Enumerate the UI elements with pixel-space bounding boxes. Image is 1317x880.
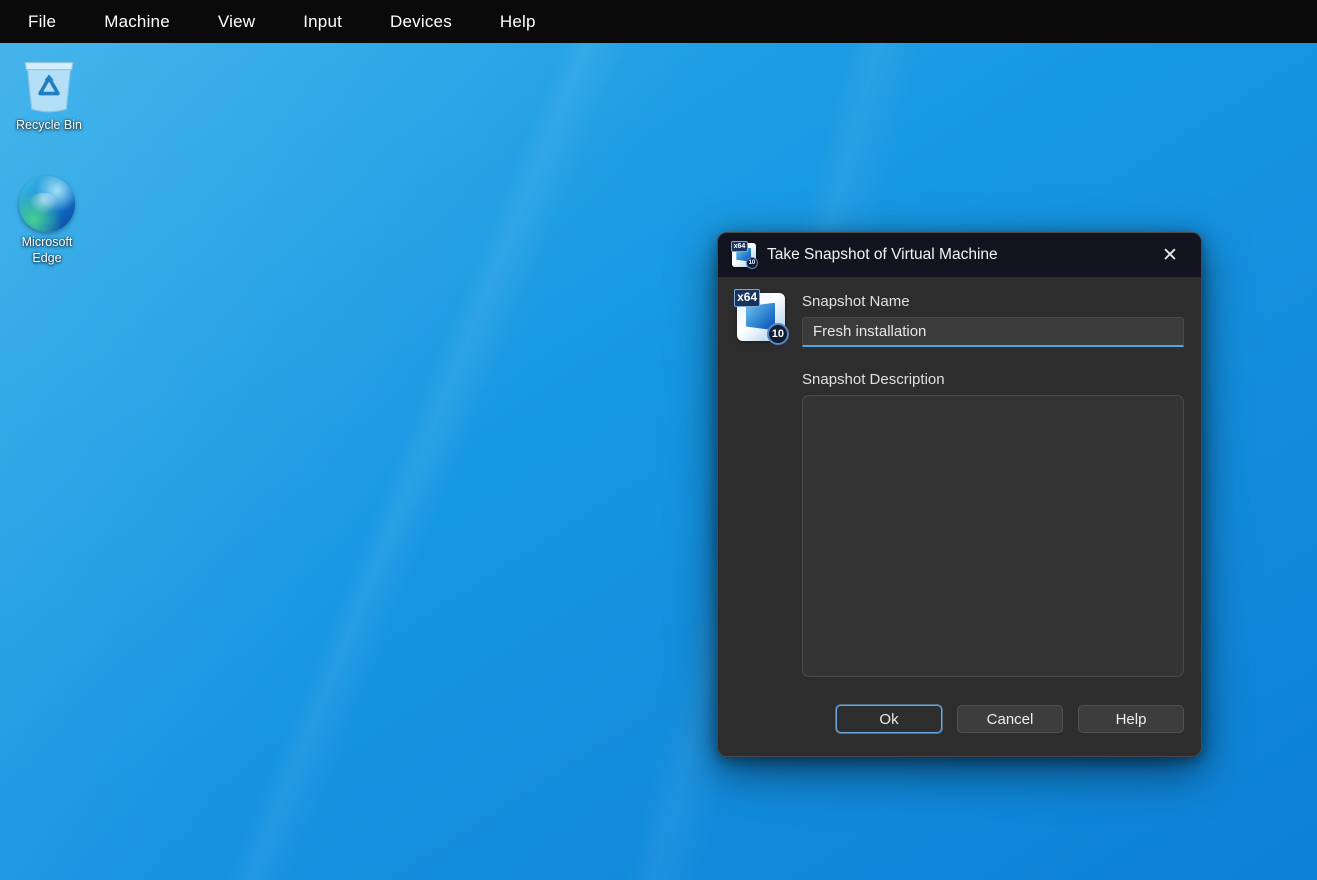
dialog-title: Take Snapshot of Virtual Machine <box>767 246 1155 264</box>
dialog-body: x64 10 Snapshot Name Snapshot Descriptio… <box>718 277 1201 756</box>
close-icon[interactable]: ✕ <box>1155 240 1185 270</box>
win10-badge: 10 <box>767 323 789 345</box>
dialog-button-row: Ok Cancel Help <box>802 705 1184 733</box>
menu-devices[interactable]: Devices <box>366 0 476 43</box>
desktop-icon-label: Microsoft Edge <box>15 235 79 266</box>
snapshot-name-label: Snapshot Name <box>802 293 1184 310</box>
menu-view[interactable]: View <box>194 0 279 43</box>
win10-badge: 10 <box>746 257 758 269</box>
menu-bar: File Machine View Input Devices Help <box>0 0 1317 43</box>
desktop-icon-label: Recycle Bin <box>16 118 82 134</box>
cancel-button[interactable]: Cancel <box>957 705 1063 733</box>
snapshot-dialog: x64 10 Take Snapshot of Virtual Machine … <box>717 232 1202 757</box>
microsoft-edge-icon <box>19 176 75 232</box>
vm-os-icon-large: x64 10 <box>737 293 785 341</box>
menu-input[interactable]: Input <box>279 0 366 43</box>
x64-badge: x64 <box>734 289 760 307</box>
menu-file[interactable]: File <box>4 0 80 43</box>
help-button[interactable]: Help <box>1078 705 1184 733</box>
menu-machine[interactable]: Machine <box>80 0 194 43</box>
snapshot-description-label: Snapshot Description <box>802 371 1184 388</box>
dialog-titlebar[interactable]: x64 10 Take Snapshot of Virtual Machine … <box>718 233 1201 277</box>
desktop-icon-microsoft-edge[interactable]: Microsoft Edge <box>4 176 90 266</box>
desktop-icon-recycle-bin[interactable]: Recycle Bin <box>6 53 92 134</box>
snapshot-description-textarea[interactable] <box>802 395 1184 677</box>
vm-window: File Machine View Input Devices Help Rec… <box>0 0 1317 880</box>
recycle-bin-icon <box>20 53 78 115</box>
snapshot-form: Snapshot Name Snapshot Description Ok Ca… <box>802 293 1184 733</box>
vm-os-icon: x64 10 <box>732 243 756 267</box>
menu-help[interactable]: Help <box>476 0 560 43</box>
snapshot-name-input[interactable] <box>802 317 1184 347</box>
ok-button[interactable]: Ok <box>836 705 942 733</box>
desktop-wallpaper: Recycle Bin Microsoft Edge x64 10 Take S… <box>0 43 1317 880</box>
x64-badge: x64 <box>731 241 749 252</box>
